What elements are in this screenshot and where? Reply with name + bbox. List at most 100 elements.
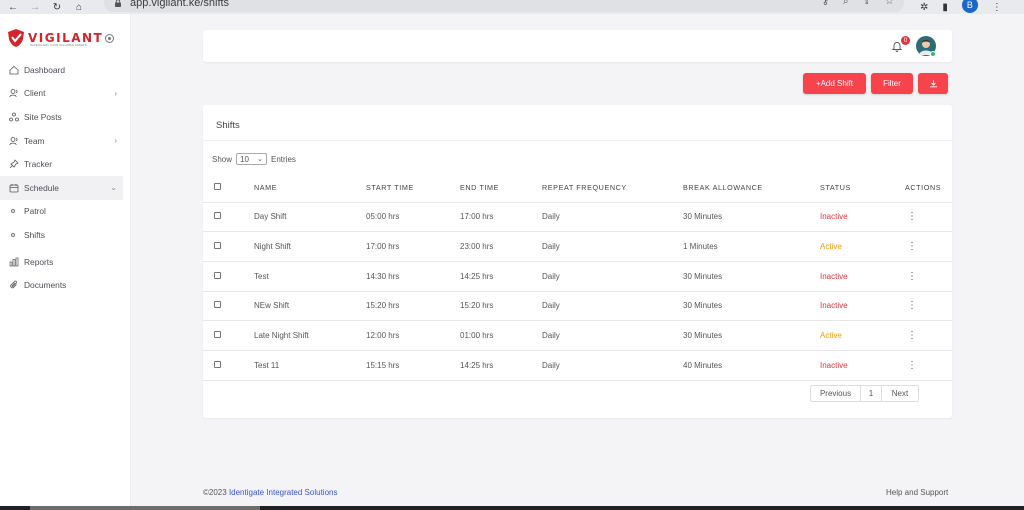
filter-button[interactable]: Filter bbox=[871, 73, 913, 94]
break-allowance: 30 Minutes bbox=[683, 320, 820, 351]
key-icon[interactable]: ⚷ bbox=[822, 0, 829, 7]
sidebar-item-documents[interactable]: Documents bbox=[0, 273, 131, 297]
sidebar-item-team[interactable]: Team › bbox=[0, 129, 131, 153]
shifts-table: NAME START TIME END TIME REPEAT FREQUENC… bbox=[203, 173, 952, 381]
kebab-menu-icon[interactable]: ⋮ bbox=[905, 300, 917, 311]
status-badge: Inactive bbox=[820, 261, 905, 292]
repeat-frequency: Daily bbox=[542, 231, 683, 262]
actions-cell: ⋮ bbox=[905, 261, 952, 292]
repeat-frequency: Daily bbox=[542, 350, 683, 381]
row-checkbox[interactable] bbox=[214, 271, 221, 279]
column-header-status[interactable]: STATUS bbox=[820, 173, 905, 203]
sitemap-icon bbox=[9, 112, 19, 122]
table-row[interactable]: NEw Shift 15:20 hrs 15:20 hrs Daily 30 M… bbox=[203, 291, 952, 322]
actions-cell: ⋮ bbox=[905, 202, 952, 233]
status-badge: Inactive bbox=[820, 291, 905, 322]
column-header-break-allowance[interactable]: BREAK ALLOWANCE bbox=[683, 173, 820, 203]
table-row[interactable]: Day Shift 05:00 hrs 17:00 hrs Daily 30 M… bbox=[203, 202, 952, 233]
kebab-menu-icon[interactable]: ⋮ bbox=[905, 330, 917, 341]
actions-cell: ⋮ bbox=[905, 291, 952, 322]
dot-icon bbox=[11, 209, 15, 214]
page-size-value: 10 bbox=[240, 154, 249, 164]
end-time: 01:00 hrs bbox=[460, 320, 542, 351]
repeat-frequency: Daily bbox=[542, 291, 683, 322]
column-header-end-time[interactable]: END TIME bbox=[460, 173, 542, 203]
table-row[interactable]: Late Night Shift 12:00 hrs 01:00 hrs Dai… bbox=[203, 320, 952, 351]
download-button[interactable] bbox=[918, 73, 948, 94]
sidebar-item-site-posts[interactable]: Site Posts bbox=[0, 105, 131, 129]
side-panel-icon[interactable]: ▮ bbox=[942, 2, 948, 13]
sidebar-item-label: Site Posts bbox=[24, 111, 62, 122]
next-page-button[interactable]: Next bbox=[882, 386, 918, 401]
sidebar-menu: Dashboard Client › Site Posts Team › Tra… bbox=[0, 58, 131, 297]
column-header-name[interactable]: NAME bbox=[254, 173, 366, 203]
repeat-frequency: Daily bbox=[542, 320, 683, 351]
company-link[interactable]: Identigate Integrated Solutions bbox=[229, 488, 338, 497]
reload-icon[interactable]: ↻ bbox=[48, 0, 66, 14]
row-checkbox[interactable] bbox=[214, 301, 221, 309]
kebab-menu-icon[interactable]: ⋮ bbox=[905, 241, 917, 252]
select-all-cell bbox=[203, 173, 254, 203]
extension-icon[interactable]: ✲ bbox=[920, 2, 928, 13]
copyright-year: ©2023 bbox=[203, 488, 227, 497]
shift-name: Test bbox=[254, 261, 366, 292]
row-select-cell bbox=[203, 261, 254, 292]
page-number-button[interactable]: 1 bbox=[861, 386, 882, 401]
kebab-menu-icon[interactable]: ⋮ bbox=[905, 271, 917, 282]
row-checkbox[interactable] bbox=[214, 242, 221, 250]
sidebar-item-reports[interactable]: Reports bbox=[0, 250, 131, 274]
sidebar-subitem-shifts[interactable]: Shifts bbox=[0, 223, 131, 247]
status-badge: Active bbox=[820, 231, 905, 262]
brand-tagline: SAFEGUARD YOUR VALUABLE ASSETS bbox=[30, 43, 87, 47]
column-header-actions: ACTIONS bbox=[905, 173, 952, 203]
sidebar-subitem-patrol[interactable]: Patrol bbox=[0, 200, 131, 224]
address-bar[interactable]: app.vigilant.ke/shifts ⚷ ⌕ ⇪ ☆ bbox=[104, 0, 904, 12]
logo[interactable]: VIGILANT SAFEGUARD YOUR VALUABLE ASSETS bbox=[6, 28, 115, 48]
row-select-cell bbox=[203, 320, 254, 351]
select-all-checkbox[interactable] bbox=[214, 182, 221, 190]
bookmark-star-icon[interactable]: ☆ bbox=[885, 0, 894, 7]
back-icon[interactable]: ← bbox=[4, 0, 22, 14]
share-icon[interactable]: ⇪ bbox=[863, 0, 871, 7]
kebab-menu-icon[interactable]: ⋮ bbox=[905, 360, 917, 371]
actions-cell: ⋮ bbox=[905, 320, 952, 351]
forward-icon[interactable]: → bbox=[26, 0, 44, 14]
lock-icon bbox=[115, 0, 121, 7]
break-allowance: 30 Minutes bbox=[683, 202, 820, 233]
home-browser-icon[interactable]: ⌂ bbox=[70, 0, 88, 14]
help-support-link[interactable]: Help and Support bbox=[886, 488, 948, 497]
home-icon bbox=[9, 65, 19, 75]
card-title: Shifts bbox=[216, 120, 240, 131]
browser-menu-icon[interactable]: ⋮ bbox=[992, 2, 1002, 13]
break-allowance: 40 Minutes bbox=[683, 350, 820, 381]
sidebar-item-tracker[interactable]: Tracker bbox=[0, 152, 131, 176]
page-size-select[interactable]: 10 ⌄ bbox=[236, 153, 268, 165]
shield-logo-icon bbox=[8, 29, 24, 47]
pagination: Previous 1 Next bbox=[810, 385, 919, 402]
row-checkbox[interactable] bbox=[214, 360, 221, 368]
row-checkbox[interactable] bbox=[214, 212, 221, 220]
status-badge: Inactive bbox=[820, 202, 905, 233]
pin-icon bbox=[9, 159, 19, 169]
sidebar-item-client[interactable]: Client › bbox=[0, 82, 131, 106]
sidebar-toggle-icon[interactable] bbox=[105, 33, 115, 43]
row-select-cell bbox=[203, 202, 254, 233]
row-checkbox[interactable] bbox=[214, 331, 221, 339]
column-header-repeat-frequency[interactable]: REPEAT FREQUENCY bbox=[542, 173, 683, 203]
sidebar-item-schedule[interactable]: Schedule ⌄ bbox=[0, 175, 123, 200]
shifts-card: Shifts Show 10 ⌄ Entries NAME START TIME… bbox=[203, 105, 952, 418]
kebab-menu-icon[interactable]: ⋮ bbox=[905, 211, 917, 222]
chevron-down-icon: ⌄ bbox=[257, 156, 264, 163]
sidebar-item-label: Schedule bbox=[24, 182, 59, 193]
table-row[interactable]: Test 11 15:15 hrs 14:25 hrs Daily 40 Min… bbox=[203, 350, 952, 381]
zoom-icon[interactable]: ⌕ bbox=[843, 0, 849, 7]
start-time: 17:00 hrs bbox=[366, 231, 460, 262]
add-shift-button[interactable]: +Add Shift bbox=[803, 73, 866, 94]
sidebar-item-dashboard[interactable]: Dashboard bbox=[0, 58, 131, 82]
table-row[interactable]: Night Shift 17:00 hrs 23:00 hrs Daily 1 … bbox=[203, 231, 952, 262]
profile-avatar[interactable]: B bbox=[961, 0, 978, 13]
table-row[interactable]: Test 14:30 hrs 14:25 hrs Daily 30 Minute… bbox=[203, 261, 952, 292]
column-header-start-time[interactable]: START TIME bbox=[366, 173, 460, 203]
sidebar: VIGILANT SAFEGUARD YOUR VALUABLE ASSETS … bbox=[0, 14, 131, 510]
previous-page-button[interactable]: Previous bbox=[811, 386, 861, 401]
